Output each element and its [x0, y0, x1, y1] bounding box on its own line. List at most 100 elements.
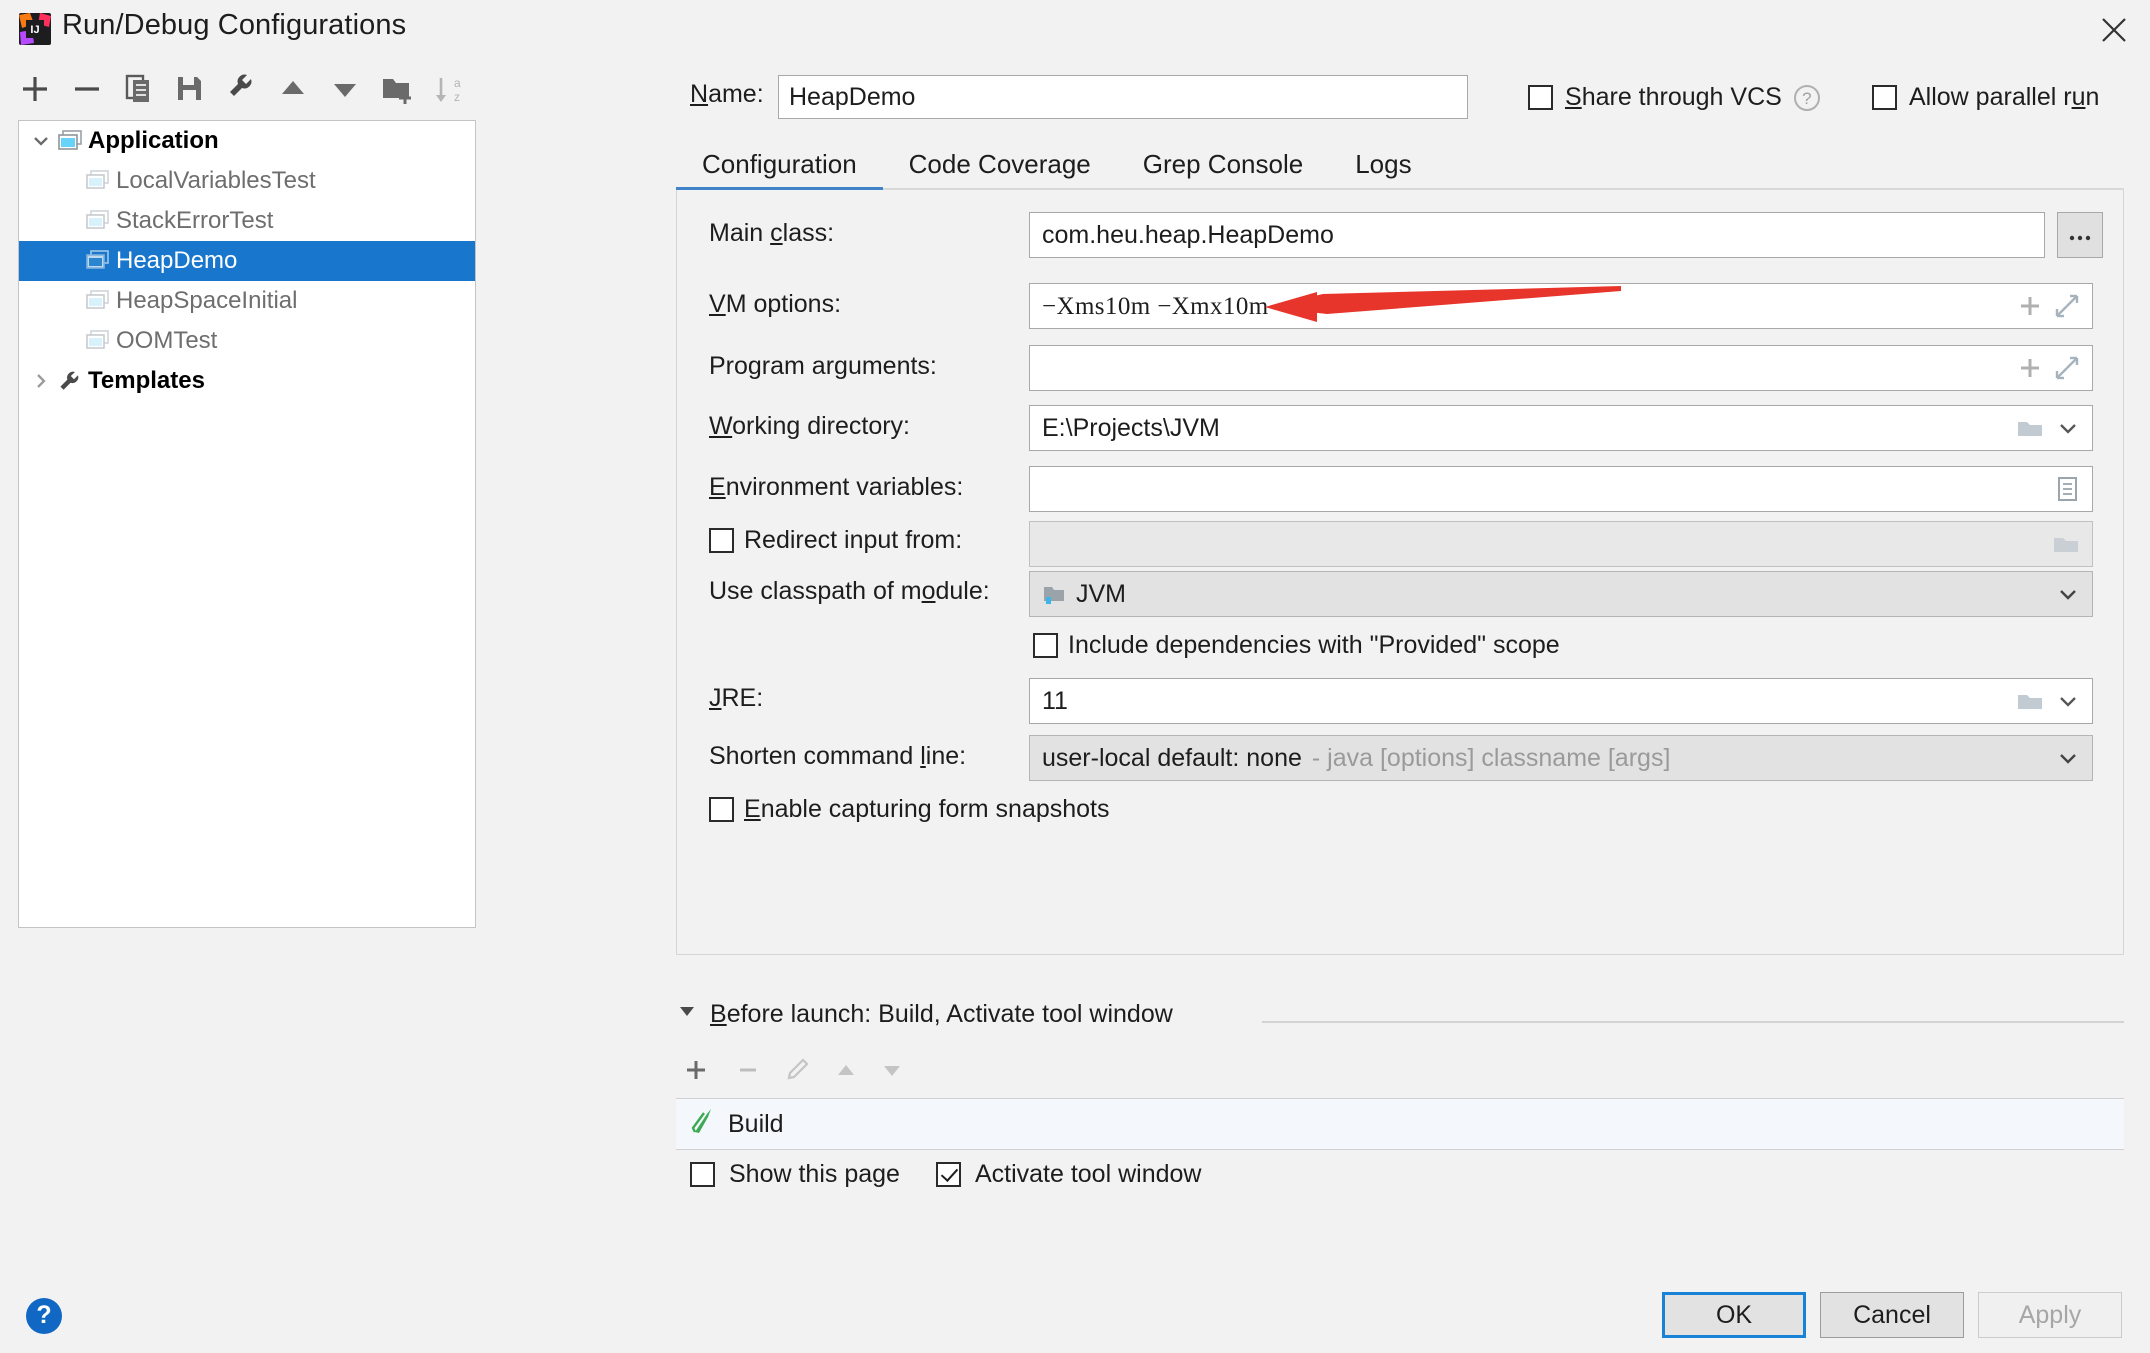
- cancel-button[interactable]: Cancel: [1820, 1292, 1964, 1338]
- vm-options-value: −Xms10m −Xmx10m: [1042, 292, 1269, 320]
- close-icon[interactable]: [2092, 8, 2136, 50]
- tree-node-heapspaceinitial[interactable]: HeapSpaceInitial: [19, 281, 475, 321]
- tab-grep-console[interactable]: Grep Console: [1117, 149, 1329, 192]
- tree-node-oomtest[interactable]: OOMTest: [19, 321, 475, 361]
- shorten-command-line-combobox[interactable]: user-local default: none - java [options…: [1029, 735, 2093, 781]
- tree-node-heapdemo[interactable]: HeapDemo: [19, 241, 475, 281]
- folder-icon[interactable]: [2016, 416, 2044, 440]
- add-configuration-button[interactable]: [18, 68, 52, 110]
- chevron-right-icon[interactable]: [27, 361, 55, 401]
- ellipsis-icon: [2067, 229, 2093, 242]
- wrench-icon: [55, 370, 85, 392]
- shorten-command-line-value: user-local default: none: [1042, 743, 1302, 772]
- activate-tool-window-checkbox[interactable]: [935, 1162, 961, 1187]
- run-config-icon: [83, 250, 113, 272]
- edit-task-pencil-icon: [778, 1048, 818, 1092]
- jre-combobox[interactable]: 11: [1029, 678, 2093, 724]
- tree-node-label: Application: [88, 127, 219, 154]
- include-provided-checkbox-row[interactable]: Include dependencies with "Provided" sco…: [1033, 631, 1560, 660]
- chevron-down-icon[interactable]: [27, 121, 55, 161]
- share-through-vcs-checkbox[interactable]: [1528, 85, 1553, 110]
- run-config-icon: [83, 210, 113, 232]
- chevron-down-icon[interactable]: [2056, 746, 2080, 770]
- working-directory-input[interactable]: E:\Projects\JVM: [1029, 405, 2093, 451]
- tree-node-label: HeapDemo: [116, 247, 238, 274]
- document-list-icon[interactable]: [2054, 475, 2080, 503]
- enable-capturing-checkbox[interactable]: [709, 797, 734, 822]
- enable-capturing-checkbox-row[interactable]: Enable capturing form snapshots: [709, 795, 1110, 824]
- svg-text:a: a: [454, 76, 461, 90]
- tree-node-label: OOMTest: [116, 327, 218, 354]
- environment-variables-input[interactable]: [1029, 466, 2093, 512]
- classpath-module-combobox[interactable]: JVM: [1029, 571, 2093, 617]
- new-folder-button[interactable]: [380, 68, 414, 110]
- remove-configuration-button[interactable]: [70, 68, 104, 110]
- main-class-value: com.heu.heap.HeapDemo: [1042, 220, 1334, 249]
- tab-code-coverage[interactable]: Code Coverage: [883, 149, 1117, 192]
- run-config-icon: [83, 290, 113, 312]
- chevron-down-icon[interactable]: [2056, 582, 2080, 606]
- vm-options-input[interactable]: −Xms10m −Xmx10m: [1029, 283, 2093, 329]
- build-hammer-icon: [690, 1106, 716, 1143]
- tab-bar: Configuration Code Coverage Grep Console…: [676, 140, 2124, 192]
- move-down-button[interactable]: [328, 68, 362, 110]
- ok-button[interactable]: OK: [1662, 1292, 1806, 1338]
- share-through-vcs-checkbox-row[interactable]: Share through VCS ?: [1528, 83, 1820, 112]
- move-up-button[interactable]: [276, 68, 310, 110]
- expand-icon[interactable]: [2054, 355, 2080, 381]
- program-arguments-label: Program arguments:: [709, 352, 937, 380]
- include-provided-checkbox[interactable]: [1033, 633, 1058, 658]
- application-icon: [55, 130, 85, 152]
- classpath-module-value: JVM: [1076, 579, 1126, 608]
- main-class-label: Main class:: [709, 219, 835, 247]
- tree-node-label: LocalVariablesTest: [116, 167, 316, 194]
- plus-icon[interactable]: [2018, 294, 2042, 318]
- plus-icon[interactable]: [2018, 356, 2042, 380]
- expand-icon[interactable]: [2054, 293, 2080, 319]
- window-title: Run/Debug Configurations: [62, 9, 407, 41]
- save-configuration-button[interactable]: [172, 68, 206, 110]
- question-mark-icon[interactable]: ?: [1793, 84, 1820, 111]
- shorten-command-line-label: Shorten command line:: [709, 742, 967, 770]
- tree-node-label: StackErrorTest: [116, 207, 274, 234]
- chevron-down-icon[interactable]: [2056, 689, 2080, 713]
- program-arguments-input[interactable]: [1029, 345, 2093, 391]
- copy-configuration-button[interactable]: [122, 68, 156, 110]
- before-launch-task-row[interactable]: Build: [676, 1098, 2124, 1150]
- classpath-module-label: Use classpath of module:: [709, 577, 990, 605]
- tab-logs[interactable]: Logs: [1329, 149, 1437, 192]
- name-label: Name:: [690, 80, 764, 108]
- redirect-input-label: Redirect input from:: [744, 526, 963, 554]
- sort-alphabetically-button[interactable]: a z: [432, 68, 466, 110]
- configurations-toolbar: a z: [18, 68, 478, 116]
- title-bar: IJ Run/Debug Configurations: [0, 0, 2150, 57]
- configurations-tree[interactable]: Application LocalVariablesTest StackErro…: [18, 120, 476, 928]
- chevron-down-icon[interactable]: [2056, 416, 2080, 440]
- triangle-down-icon[interactable]: [676, 1000, 698, 1029]
- include-provided-label: Include dependencies with "Provided" sco…: [1068, 631, 1560, 659]
- redirect-input-field: [1029, 521, 2093, 567]
- show-this-page-checkbox[interactable]: [690, 1162, 715, 1187]
- add-task-button[interactable]: [676, 1048, 716, 1092]
- before-launch-header[interactable]: Before launch: Build, Activate tool wind…: [676, 1000, 1173, 1029]
- shorten-command-line-hint: - java [options] classname [args]: [1311, 743, 1671, 772]
- redirect-input-checkbox-row[interactable]: Redirect input from:: [709, 526, 962, 555]
- tab-configuration[interactable]: Configuration: [676, 149, 883, 192]
- jre-label: JRE:: [709, 684, 764, 712]
- redirect-input-checkbox[interactable]: [709, 528, 734, 553]
- edit-templates-wrench-icon[interactable]: [224, 68, 258, 110]
- tree-node-stackerrortest[interactable]: StackErrorTest: [19, 201, 475, 241]
- allow-parallel-run-checkbox[interactable]: [1872, 85, 1897, 110]
- tree-node-localvariablestest[interactable]: LocalVariablesTest: [19, 161, 475, 201]
- run-debug-configurations-dialog: IJ Run/Debug Configurations a z Applicat…: [0, 0, 2150, 1353]
- tree-node-application[interactable]: Application: [19, 121, 475, 161]
- main-class-input[interactable]: com.heu.heap.HeapDemo: [1029, 212, 2045, 258]
- help-button[interactable]: ?: [26, 1298, 62, 1334]
- name-input[interactable]: HeapDemo: [778, 75, 1468, 119]
- tree-node-templates[interactable]: Templates: [19, 361, 475, 401]
- apply-button: Apply: [1978, 1292, 2122, 1338]
- allow-parallel-run-checkbox-row[interactable]: Allow parallel run: [1872, 83, 2099, 112]
- main-class-browse-button[interactable]: [2057, 212, 2103, 258]
- folder-icon[interactable]: [2016, 689, 2044, 713]
- tree-node-label: HeapSpaceInitial: [116, 287, 298, 314]
